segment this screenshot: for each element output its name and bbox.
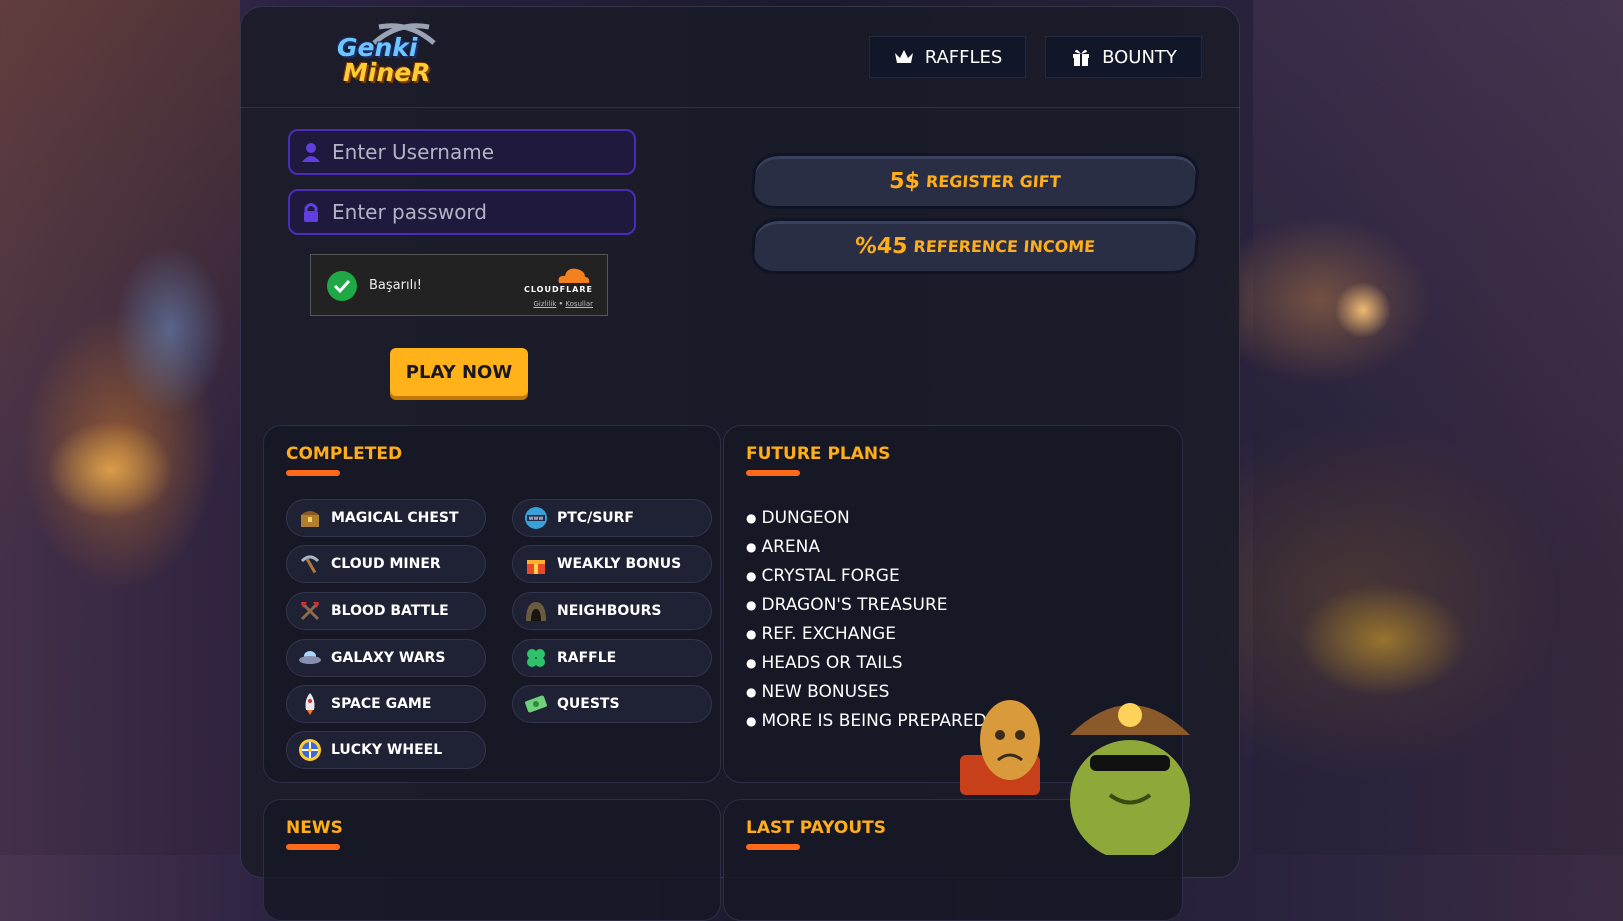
completed-item-blood-battle[interactable]: BLOOD BATTLE — [286, 592, 486, 630]
future-plans-list: DUNGEON ARENA CRYSTAL FORGE DRAGON'S TRE… — [746, 504, 993, 736]
plan-item: HEADS OR TAILS — [746, 649, 993, 678]
crossed-axes-icon — [298, 599, 322, 623]
item-label: RAFFLE — [557, 650, 617, 666]
title-underline — [746, 844, 800, 850]
money-bill-icon — [524, 692, 548, 716]
item-label: BLOOD BATTLE — [331, 603, 449, 619]
plan-item: CRYSTAL FORGE — [746, 562, 993, 591]
rocket-icon — [298, 692, 322, 716]
logo-line-1: Genki — [337, 33, 418, 62]
reference-income-label: REFERENCE INCOME — [912, 236, 1096, 256]
item-label: MAGICAL CHEST — [331, 510, 459, 526]
item-label: NEIGHBOURS — [557, 603, 662, 619]
completed-item-ptc-surf[interactable]: www PTC/SURF — [512, 499, 712, 537]
item-label: PTC/SURF — [557, 510, 634, 526]
completed-item-space-game[interactable]: SPACE GAME — [286, 685, 486, 723]
title-underline — [286, 844, 340, 850]
raffles-button[interactable]: RAFFLES — [869, 36, 1026, 78]
chest-icon — [298, 506, 322, 530]
captcha-links: Gizlilik • Koşullar — [533, 300, 593, 308]
bounty-label: BOUNTY — [1102, 46, 1177, 68]
register-gift-amount: 5$ — [888, 168, 921, 194]
pickaxe-icon — [298, 552, 322, 576]
completed-title: COMPLETED — [286, 444, 403, 464]
password-field[interactable] — [288, 189, 636, 235]
news-title: NEWS — [286, 818, 343, 838]
captcha-status: Başarılı! — [369, 278, 423, 293]
user-icon — [302, 143, 320, 162]
www-globe-icon: www — [524, 506, 548, 530]
bounty-button[interactable]: BOUNTY — [1045, 36, 1202, 78]
gift-icon — [1073, 49, 1090, 66]
news-card: NEWS — [263, 799, 721, 921]
logo-text: Genki MineR — [337, 35, 430, 85]
plan-item: REF. EXCHANGE — [746, 620, 993, 649]
clover-icon — [524, 646, 548, 670]
cave-background-right — [1253, 0, 1623, 855]
item-label: QUESTS — [557, 696, 620, 712]
item-label: CLOUD MINER — [331, 556, 441, 572]
cave-background-left — [0, 0, 240, 855]
header: Genki MineR RAFFLES BOUNTY — [241, 7, 1239, 108]
plan-item: MORE IS BEING PREPARED! — [746, 707, 993, 736]
item-label: WEAKLY BONUS — [557, 556, 682, 572]
completed-card: COMPLETED MAGICAL CHEST www PTC/SURF CLO… — [263, 425, 721, 783]
crown-icon — [894, 50, 913, 63]
plan-item: NEW BONUSES — [746, 678, 993, 707]
terms-link[interactable]: Koşullar — [565, 300, 593, 308]
item-label: LUCKY WHEEL — [331, 742, 443, 758]
wheel-icon — [298, 738, 322, 762]
cloudflare-cloud-icon — [558, 268, 590, 283]
links-separator: • — [558, 300, 564, 308]
completed-item-raffle[interactable]: RAFFLE — [512, 639, 712, 677]
cloudflare-brand: CLOUDFLARE — [524, 285, 593, 294]
captcha-success-icon — [327, 271, 357, 301]
completed-item-weakly-bonus[interactable]: WEAKLY BONUS — [512, 545, 712, 583]
gift-box-icon — [524, 552, 548, 576]
plan-item: DRAGON'S TREASURE — [746, 591, 993, 620]
password-input[interactable] — [330, 199, 624, 225]
title-underline — [286, 470, 340, 476]
raffles-label: RAFFLES — [924, 46, 1003, 68]
completed-item-neighbours[interactable]: NEIGHBOURS — [512, 592, 712, 630]
svg-text:www: www — [529, 515, 544, 522]
item-label: GALAXY WARS — [331, 650, 446, 666]
genki-miner-logo[interactable]: Genki MineR — [329, 21, 479, 101]
register-gift-banner: 5$ REGISTER GIFT — [750, 153, 1200, 209]
completed-item-galaxy-wars[interactable]: GALAXY WARS — [286, 639, 486, 677]
reference-income-banner: %45 REFERENCE INCOME — [750, 218, 1200, 274]
reference-income-amount: %45 — [854, 233, 909, 259]
plan-item: ARENA — [746, 533, 993, 562]
logo-line-2: MineR — [343, 58, 431, 87]
completed-item-lucky-wheel[interactable]: LUCKY WHEEL — [286, 731, 486, 769]
lock-icon — [304, 203, 318, 222]
play-now-button[interactable]: PLAY NOW — [390, 348, 528, 396]
title-underline — [746, 470, 800, 476]
completed-item-quests[interactable]: QUESTS — [512, 685, 712, 723]
cloudflare-captcha[interactable]: Başarılı! CLOUDFLARE Gizlilik • Koşullar — [310, 254, 608, 316]
item-label: SPACE GAME — [331, 696, 432, 712]
completed-item-cloud-miner[interactable]: CLOUD MINER — [286, 545, 486, 583]
last-payouts-title: LAST PAYOUTS — [746, 818, 886, 838]
mine-entrance-icon — [524, 599, 548, 623]
username-input[interactable] — [330, 139, 624, 165]
privacy-link[interactable]: Gizlilik — [533, 300, 556, 308]
completed-item-magical-chest[interactable]: MAGICAL CHEST — [286, 499, 486, 537]
username-field[interactable] — [288, 129, 636, 175]
ufo-icon — [298, 646, 322, 670]
register-gift-label: REGISTER GIFT — [925, 171, 1062, 191]
future-plans-title: FUTURE PLANS — [746, 444, 891, 464]
plan-item: DUNGEON — [746, 504, 993, 533]
goblin-miner-mascot — [960, 700, 1190, 855]
